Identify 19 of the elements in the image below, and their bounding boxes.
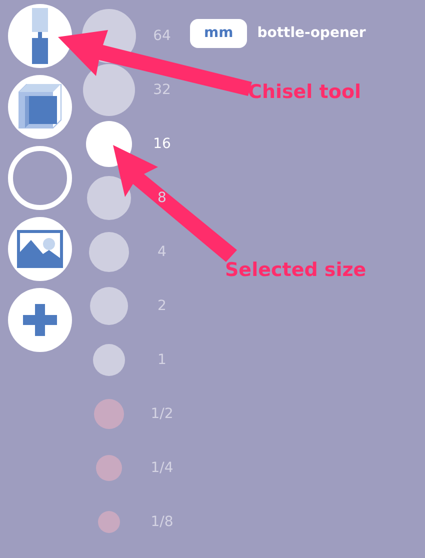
size-dot[interactable]	[96, 455, 122, 481]
chisel-icon	[29, 8, 51, 64]
annotation-label: Chisel tool	[248, 80, 362, 105]
size-dot[interactable]	[90, 287, 128, 325]
model-name: bottle-opener	[257, 24, 366, 42]
size-dot[interactable]	[93, 344, 125, 376]
annotation-label: Selected size	[225, 258, 366, 283]
size-dot[interactable]	[87, 176, 131, 220]
size-label: 8	[156, 188, 168, 208]
size-dot[interactable]	[94, 399, 124, 429]
cube-icon	[17, 84, 63, 130]
ring-tool-button[interactable]	[8, 146, 72, 210]
size-dot[interactable]	[98, 511, 120, 533]
size-label: 16	[152, 134, 172, 154]
plus-icon	[23, 304, 57, 336]
unit-button[interactable]: mm	[190, 18, 248, 48]
size-dot[interactable]	[89, 232, 129, 272]
image-icon	[17, 230, 63, 268]
size-dot[interactable]	[83, 64, 135, 116]
